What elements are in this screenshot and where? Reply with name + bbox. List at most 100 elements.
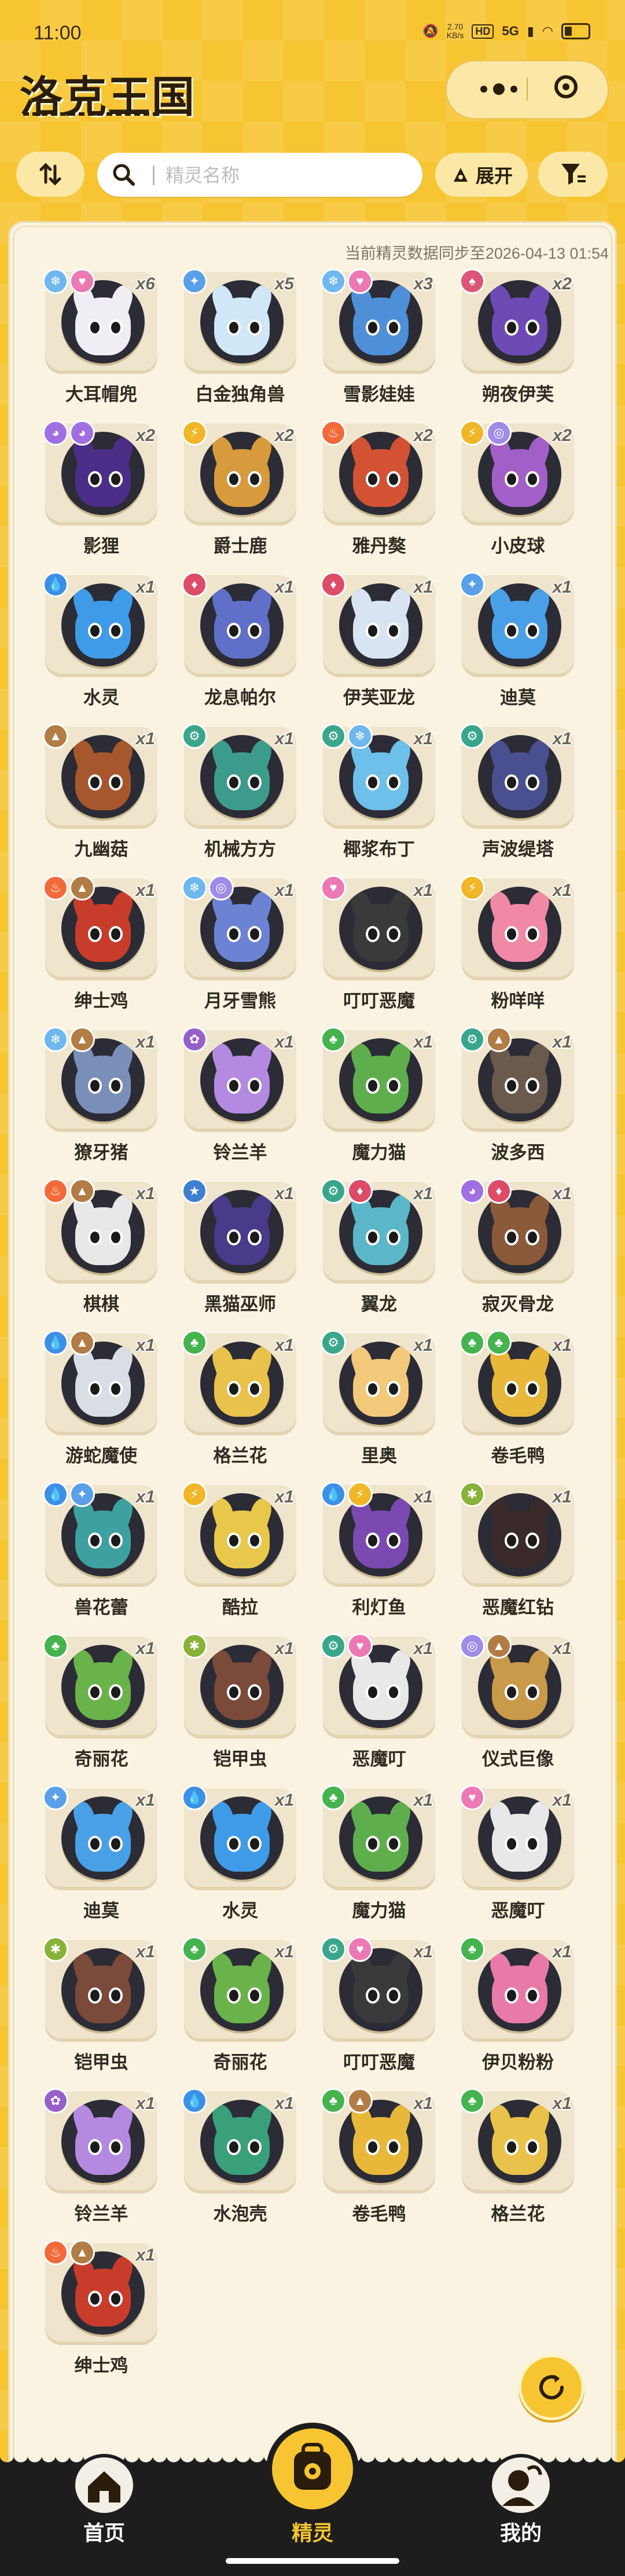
pet-card[interactable]: ❄ ♥ x3 雪影娃娃 bbox=[321, 269, 435, 406]
pet-card[interactable]: ♨ ▲ x1 棋棋 bbox=[43, 1178, 157, 1316]
pet-name: 酷拉 bbox=[222, 1597, 258, 1618]
pet-eye bbox=[248, 1533, 262, 1549]
type-badges: ✱ bbox=[43, 1936, 68, 1962]
pet-card[interactable]: ♨ ▲ x1 绅士鸡 bbox=[43, 875, 157, 1013]
pet-card[interactable]: ✦ x5 白金独角兽 bbox=[182, 269, 296, 406]
pet-card[interactable]: ◕ ◕ x2 影狸 bbox=[43, 420, 157, 558]
logo-underline bbox=[23, 112, 162, 116]
pet-card[interactable]: ⚙ ♥ x1 恶魔叮 bbox=[321, 1633, 435, 1771]
pet-card[interactable]: 💧 ✦ x1 兽花蕾 bbox=[43, 1482, 157, 1619]
pet-eye bbox=[109, 2139, 123, 2155]
pet-eye bbox=[505, 319, 519, 336]
pet-card[interactable]: ❄ ◎ x1 月牙雪熊 bbox=[182, 875, 296, 1013]
pet-card[interactable]: ♣ ♣ x1 卷毛鸭 bbox=[459, 1330, 574, 1468]
pet-card[interactable]: ♣ x1 格兰花 bbox=[182, 1330, 296, 1468]
ghost-type-icon: ◕ bbox=[43, 420, 68, 446]
pet-card[interactable]: ⚡ x1 粉咩咩 bbox=[459, 875, 574, 1013]
search-icon bbox=[113, 164, 135, 186]
pet-eye bbox=[248, 2139, 262, 2155]
pet-card[interactable]: 💧 ▲ x1 游蛇魔使 bbox=[43, 1330, 157, 1468]
pet-card[interactable]: ✦ x1 迪莫 bbox=[459, 572, 574, 710]
expand-button[interactable]: 展开 bbox=[435, 153, 528, 197]
pet-card[interactable]: ✱ x1 铠甲虫 bbox=[182, 1633, 296, 1771]
pet-card[interactable]: ◕ ♦ x1 寂灭骨龙 bbox=[459, 1178, 574, 1316]
pet-card[interactable]: ✱ x1 铠甲虫 bbox=[43, 1936, 157, 2074]
type-badges: 💧 ▲ bbox=[43, 1330, 95, 1355]
type-badges: ⚙ ▲ bbox=[459, 1027, 512, 1052]
pet-card[interactable]: ⚙ ♥ x1 叮叮恶魔 bbox=[321, 1936, 435, 2074]
pet-card[interactable]: ✦ x1 迪莫 bbox=[43, 1785, 157, 1923]
pet-card[interactable]: ♣ x1 格兰花 bbox=[459, 2088, 574, 2226]
pet-card[interactable]: ♣ x1 魔力猫 bbox=[321, 1027, 435, 1164]
pet-card[interactable]: ♥ x1 恶魔叮 bbox=[459, 1785, 574, 1923]
grass-type-icon: ♣ bbox=[182, 1330, 207, 1355]
pet-card[interactable]: ❄ ▲ x1 獠牙猪 bbox=[43, 1027, 157, 1164]
pet-card[interactable]: ⚡ x1 酷拉 bbox=[182, 1482, 296, 1619]
pet-card[interactable]: ♣ x1 伊贝粉粉 bbox=[459, 1936, 574, 2074]
pet-count: x1 bbox=[135, 2246, 155, 2265]
more-menu-icon[interactable] bbox=[470, 78, 528, 101]
nav-profile[interactable]: 我的 bbox=[463, 2457, 579, 2574]
pet-card[interactable]: ♠ x2 朔夜伊芙 bbox=[459, 269, 574, 406]
backpack-icon bbox=[272, 2428, 353, 2509]
pet-count: x1 bbox=[413, 578, 433, 597]
light-type-icon: ✦ bbox=[459, 572, 485, 597]
pet-card[interactable]: ◎ ▲ x1 仪式巨像 bbox=[459, 1633, 574, 1771]
pet-eye bbox=[109, 1533, 123, 1549]
pet-card[interactable]: ♣ ▲ x1 卷毛鸭 bbox=[321, 2088, 435, 2226]
pet-card[interactable]: ♣ x1 奇丽花 bbox=[43, 1633, 157, 1771]
pet-card[interactable]: 💧 x1 水泡壳 bbox=[182, 2088, 296, 2226]
pet-count: x2 bbox=[274, 426, 294, 445]
pet-name: 雪影娃娃 bbox=[343, 384, 415, 405]
light-type-icon: ✦ bbox=[182, 269, 207, 294]
type-badges: ♣ bbox=[182, 1936, 207, 1962]
pet-card[interactable]: 💧 ⚡ x1 利灯鱼 bbox=[321, 1482, 435, 1619]
nav-home[interactable]: 首页 bbox=[46, 2457, 162, 2574]
type-badges: ♥ bbox=[321, 875, 346, 901]
pet-card[interactable]: ❄ ♥ x6 大耳帽兜 bbox=[43, 269, 157, 406]
type-badges: ⚡ bbox=[182, 1482, 207, 1507]
pet-card[interactable]: ⚡ x2 爵士鹿 bbox=[182, 420, 296, 558]
sort-button[interactable] bbox=[16, 152, 84, 197]
pet-count: x1 bbox=[135, 1639, 155, 1658]
pet-card[interactable]: 💧 x1 水灵 bbox=[182, 1785, 296, 1923]
pet-card[interactable]: ⚙ ▲ x1 波多西 bbox=[459, 1027, 574, 1164]
pet-count: x1 bbox=[135, 1791, 155, 1810]
pet-name: 粉咩咩 bbox=[491, 991, 545, 1011]
pet-eye bbox=[88, 471, 102, 487]
pet-card[interactable]: ✿ x1 铃兰羊 bbox=[43, 2088, 157, 2226]
nav-home-label: 首页 bbox=[83, 2521, 125, 2545]
pet-card[interactable]: ♨ x2 雅丹獒 bbox=[321, 420, 435, 558]
close-miniapp-icon[interactable] bbox=[554, 75, 578, 98]
pet-eye bbox=[227, 1533, 241, 1549]
filter-button[interactable] bbox=[538, 152, 608, 197]
pet-card[interactable]: ⚙ ❄ x1 椰浆布丁 bbox=[321, 723, 435, 861]
pet-card[interactable]: ✿ x1 铃兰羊 bbox=[182, 1027, 296, 1164]
pet-name: 铠甲虫 bbox=[213, 1749, 267, 1769]
pet-card[interactable]: ♦ x1 伊芙亚龙 bbox=[321, 572, 435, 710]
pet-card[interactable]: ⚡ ◎ x2 小皮球 bbox=[459, 420, 574, 558]
pet-card[interactable]: ♥ x1 叮叮恶魔 bbox=[321, 875, 435, 1013]
pet-card[interactable]: ⚙ x1 机械方方 bbox=[182, 723, 296, 861]
pet-card[interactable]: ♣ x1 奇丽花 bbox=[182, 1936, 296, 2074]
pet-card[interactable]: ✱ x1 恶魔红钻 bbox=[459, 1482, 574, 1619]
pet-card[interactable]: ▲ x1 九幽菇 bbox=[43, 723, 157, 861]
pet-card[interactable]: ♦ x1 龙息帕尔 bbox=[182, 572, 296, 710]
earth-type-icon: ▲ bbox=[486, 1633, 512, 1659]
bug-type-icon: ✱ bbox=[182, 1633, 207, 1659]
pet-card[interactable]: ♨ ▲ x1 绅士鸡 bbox=[43, 2240, 157, 2377]
pet-card[interactable]: ⚙ x1 里奥 bbox=[321, 1330, 435, 1468]
type-badges: ⚡ ◎ bbox=[459, 420, 512, 446]
pet-card[interactable]: ⚙ ♦ x1 翼龙 bbox=[321, 1178, 435, 1316]
search-input[interactable] bbox=[164, 161, 398, 190]
pet-card[interactable]: 💧 x1 水灵 bbox=[43, 572, 157, 710]
pet-card[interactable]: ⚙ x1 声波缇塔 bbox=[459, 723, 574, 861]
pet-card[interactable]: ★ x1 黑猫巫师 bbox=[182, 1178, 296, 1316]
pet-eye bbox=[248, 319, 262, 336]
pet-eye bbox=[525, 2139, 539, 2155]
water-type-icon: 💧 bbox=[43, 572, 68, 597]
search-bar[interactable] bbox=[97, 153, 422, 197]
refresh-button[interactable] bbox=[519, 2354, 584, 2420]
pet-card[interactable]: ♣ x1 魔力猫 bbox=[321, 1785, 435, 1923]
type-badges: ⚙ bbox=[459, 723, 485, 749]
